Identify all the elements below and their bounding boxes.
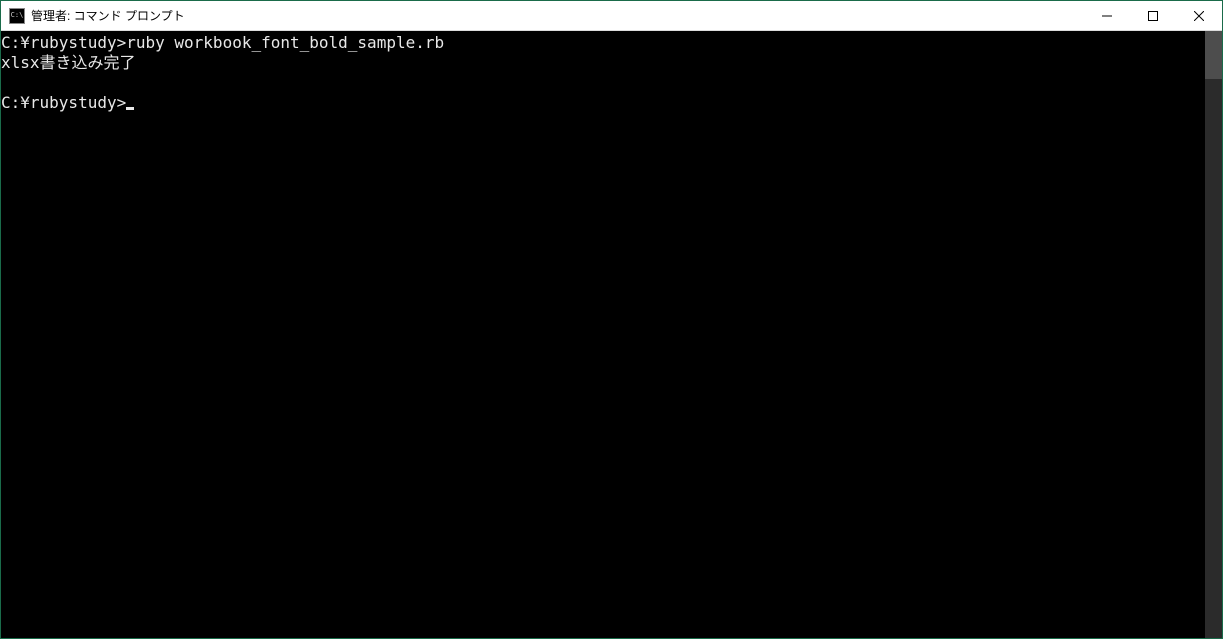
- cursor: [126, 107, 134, 110]
- console-area: C:¥rubystudy>ruby workbook_font_bold_sam…: [1, 31, 1222, 638]
- console-line: [1, 73, 1205, 93]
- app-icon: C:\: [9, 8, 25, 24]
- command-text: ruby workbook_font_bold_sample.rb: [126, 33, 444, 52]
- prompt-text: C:¥rubystudy>: [1, 93, 126, 112]
- titlebar[interactable]: C:\ 管理者: コマンド プロンプト: [1, 1, 1222, 31]
- command-prompt-window: C:\ 管理者: コマンド プロンプト C:¥rubystudy>ruby wo…: [0, 0, 1223, 639]
- prompt-text: C:¥rubystudy>: [1, 33, 126, 52]
- output-text: xlsx書き込み完了: [1, 53, 1205, 73]
- minimize-icon: [1102, 11, 1112, 21]
- close-icon: [1194, 11, 1204, 21]
- scrollbar-thumb[interactable]: [1205, 31, 1222, 79]
- minimize-button[interactable]: [1084, 1, 1130, 30]
- console-line: C:¥rubystudy>ruby workbook_font_bold_sam…: [1, 33, 1205, 53]
- console-output[interactable]: C:¥rubystudy>ruby workbook_font_bold_sam…: [1, 31, 1205, 638]
- app-icon-label: C:\: [11, 12, 24, 19]
- console-line: C:¥rubystudy>: [1, 93, 1205, 113]
- maximize-icon: [1148, 11, 1158, 21]
- close-button[interactable]: [1176, 1, 1222, 30]
- window-title: 管理者: コマンド プロンプト: [31, 7, 185, 24]
- maximize-button[interactable]: [1130, 1, 1176, 30]
- window-controls: [1084, 1, 1222, 30]
- vertical-scrollbar[interactable]: [1205, 31, 1222, 638]
